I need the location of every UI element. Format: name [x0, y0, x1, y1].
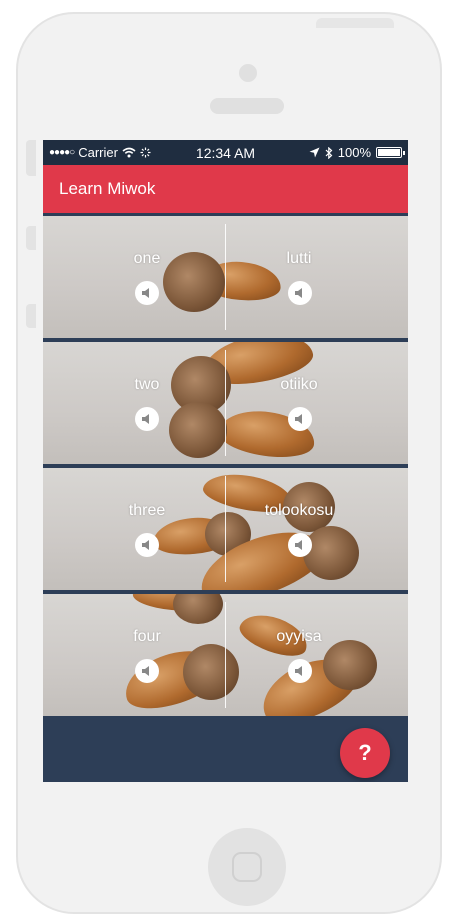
default-word: one — [133, 250, 161, 267]
list-item[interactable]: four oyyisa — [43, 594, 408, 716]
item-divider — [225, 602, 226, 708]
miwok-word: tolookosu — [264, 502, 334, 519]
front-camera — [239, 64, 257, 82]
item-divider — [225, 476, 226, 582]
numbers-list[interactable]: one lutti two otiiko three tolookosu fou… — [43, 216, 408, 720]
bluetooth-icon — [325, 146, 333, 159]
status-bar: ●●●●○ Carrier 12:34 AM 100% — [43, 140, 408, 165]
miwok-word: otiiko — [280, 376, 318, 393]
play-audio-button[interactable] — [288, 659, 312, 683]
default-word: two — [134, 376, 160, 393]
app-screen: ●●●●○ Carrier 12:34 AM 100% Learn Miwok … — [43, 140, 408, 782]
speaker-icon — [142, 414, 149, 424]
volume-up-button — [26, 226, 36, 250]
speaker-icon — [295, 288, 302, 298]
play-audio-button[interactable] — [135, 281, 159, 305]
power-button — [316, 18, 394, 28]
play-audio-button[interactable] — [135, 407, 159, 431]
default-word: four — [133, 628, 161, 645]
play-audio-button[interactable] — [288, 281, 312, 305]
home-button[interactable] — [208, 828, 286, 906]
home-button-square-icon — [232, 852, 262, 882]
item-divider — [225, 224, 226, 330]
speaker-icon — [295, 666, 302, 676]
default-word: three — [128, 502, 166, 519]
item-divider — [225, 350, 226, 456]
list-item[interactable]: two otiiko — [43, 342, 408, 464]
location-arrow-icon — [309, 147, 320, 158]
play-audio-button[interactable] — [135, 659, 159, 683]
app-title: Learn Miwok — [59, 179, 156, 198]
volume-down-button — [26, 304, 36, 328]
speaker-icon — [142, 288, 149, 298]
list-item[interactable]: one lutti — [43, 216, 408, 338]
battery-level-fill — [378, 149, 400, 156]
speaker-icon — [142, 666, 149, 676]
list-item[interactable]: three tolookosu — [43, 468, 408, 590]
battery-icon — [376, 147, 405, 158]
battery-percent: 100% — [337, 145, 371, 160]
speaker-icon — [142, 540, 149, 550]
play-audio-button[interactable] — [288, 533, 312, 557]
mute-switch — [26, 140, 36, 176]
speaker-icon — [295, 540, 302, 550]
earpiece-speaker — [210, 98, 284, 114]
app-bar: Learn Miwok — [43, 165, 408, 213]
play-audio-button[interactable] — [288, 407, 312, 431]
status-bar-right: 100% — [309, 145, 405, 160]
miwok-word: lutti — [286, 250, 312, 267]
play-audio-button[interactable] — [135, 533, 159, 557]
speaker-icon — [295, 414, 302, 424]
miwok-word: oyyisa — [276, 628, 322, 645]
help-fab-button[interactable]: ? — [340, 728, 390, 778]
